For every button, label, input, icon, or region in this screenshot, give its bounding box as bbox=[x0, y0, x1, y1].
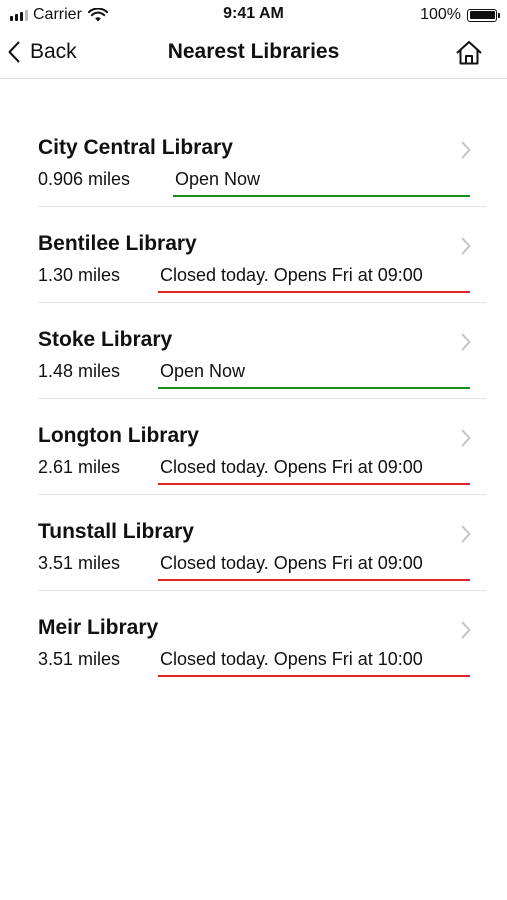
library-status-text: Closed today. Opens Fri at 09:00 bbox=[160, 457, 423, 477]
library-distance: 1.30 miles bbox=[38, 265, 121, 285]
library-name: Bentilee Library bbox=[38, 232, 197, 255]
chevron-right-icon bbox=[461, 525, 471, 543]
library-status-text: Closed today. Opens Fri at 09:00 bbox=[160, 553, 423, 573]
chevron-right-icon bbox=[461, 141, 471, 159]
chevron-right-icon bbox=[461, 333, 471, 351]
navigation-bar: Back Nearest Libraries bbox=[0, 30, 507, 79]
status-right: 100% bbox=[420, 6, 500, 24]
library-name: City Central Library bbox=[38, 136, 233, 159]
library-name: Tunstall Library bbox=[38, 520, 194, 543]
status-underline bbox=[173, 195, 470, 197]
library-status-text: Open Now bbox=[160, 361, 246, 381]
status-underline bbox=[158, 483, 470, 485]
library-status: Closed today. Opens Fri at 10:00 bbox=[158, 649, 470, 677]
library-name: Stoke Library bbox=[38, 328, 173, 351]
library-status: Closed today. Opens Fri at 09:00 bbox=[158, 553, 470, 581]
library-status-text: Closed today. Opens Fri at 10:00 bbox=[160, 649, 423, 669]
library-distance: 2.61 miles bbox=[38, 457, 121, 477]
library-distance: 3.51 miles bbox=[38, 553, 121, 573]
library-distance: 3.51 miles bbox=[38, 649, 121, 669]
library-row[interactable]: Stoke Library 1.48 miles Open Now bbox=[0, 303, 507, 399]
library-name: Longton Library bbox=[38, 424, 199, 447]
library-row[interactable]: Meir Library 3.51 miles Closed today. Op… bbox=[0, 591, 507, 687]
library-status: Open Now bbox=[173, 169, 470, 197]
library-row[interactable]: Longton Library 2.61 miles Closed today.… bbox=[0, 399, 507, 495]
library-status-text: Closed today. Opens Fri at 09:00 bbox=[160, 265, 423, 285]
library-row[interactable]: Tunstall Library 3.51 miles Closed today… bbox=[0, 495, 507, 591]
library-distance: 1.48 miles bbox=[38, 361, 121, 381]
chevron-right-icon bbox=[461, 237, 471, 255]
status-underline bbox=[158, 579, 470, 581]
battery-percentage: 100% bbox=[420, 6, 461, 23]
library-status: Closed today. Opens Fri at 09:00 bbox=[158, 265, 470, 293]
library-name: Meir Library bbox=[38, 616, 159, 639]
chevron-right-icon bbox=[461, 621, 471, 639]
library-status: Closed today. Opens Fri at 09:00 bbox=[158, 457, 470, 485]
library-row[interactable]: City Central Library 0.906 miles Open No… bbox=[0, 111, 507, 207]
chevron-right-icon bbox=[461, 429, 471, 447]
page-title: Nearest Libraries bbox=[167, 40, 340, 63]
status-bar: Carrier 9:41 AM 100% bbox=[0, 0, 507, 30]
home-icon[interactable] bbox=[455, 39, 483, 67]
status-underline bbox=[158, 387, 470, 389]
library-list: City Central Library 0.906 miles Open No… bbox=[0, 111, 507, 687]
library-distance: 0.906 miles bbox=[38, 169, 131, 189]
library-status-text: Open Now bbox=[175, 169, 261, 189]
status-underline bbox=[158, 291, 470, 293]
library-status: Open Now bbox=[158, 361, 470, 389]
status-underline bbox=[158, 675, 470, 677]
library-row[interactable]: Bentilee Library 1.30 miles Closed today… bbox=[0, 207, 507, 303]
battery-icon bbox=[467, 8, 500, 22]
